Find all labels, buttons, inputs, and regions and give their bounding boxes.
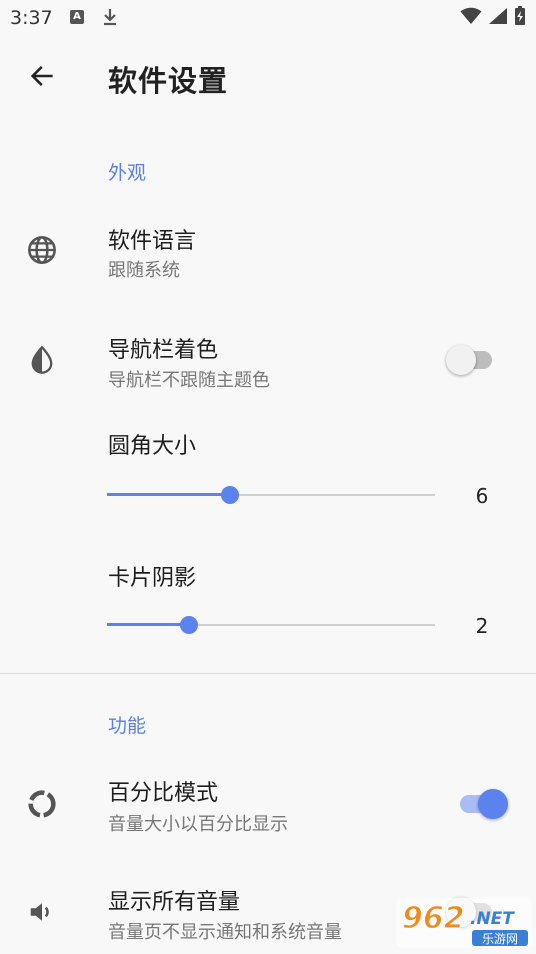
donut-icon — [24, 786, 60, 822]
volume-icon — [24, 894, 60, 930]
setting-language[interactable]: 软件语言 跟随系统 — [0, 220, 536, 312]
toggle-thumb — [478, 789, 508, 819]
setting-navbar-color-title: 导航栏着色 — [108, 338, 219, 363]
arrow-back-icon — [28, 62, 56, 94]
contrast-drop-icon — [24, 342, 60, 378]
back-button[interactable] — [22, 58, 62, 98]
setting-show-all-volumes-subtitle: 音量页不显示通知和系统音量 — [108, 922, 342, 943]
setting-card-shadow-title: 卡片阴影 — [108, 566, 197, 591]
section-divider — [0, 673, 536, 674]
setting-corner-radius-title: 圆角大小 — [108, 434, 197, 459]
corner-radius-slider[interactable] — [107, 483, 435, 507]
svg-text:962: 962 — [402, 901, 465, 936]
status-bar: 3:37 A — [0, 0, 536, 36]
page-title: 软件设置 — [108, 64, 229, 98]
card-shadow-slider[interactable] — [107, 613, 435, 637]
svg-text:.NET: .NET — [470, 909, 515, 929]
cell-signal-icon — [488, 7, 508, 29]
setting-show-all-volumes-title: 显示所有音量 — [108, 890, 241, 915]
slider-fill — [107, 623, 189, 626]
navbar-color-toggle[interactable] — [446, 342, 500, 378]
setting-language-title: 软件语言 — [108, 229, 197, 254]
app-bar: 软件设置 — [0, 40, 536, 116]
toggle-thumb — [446, 345, 476, 375]
slider-fill — [107, 493, 230, 496]
corner-radius-value: 6 — [475, 484, 489, 508]
notification-a-icon: A — [70, 10, 84, 24]
globe-icon — [24, 232, 60, 268]
section-header-features: 功能 — [108, 715, 147, 737]
setting-navbar-color-subtitle: 导航栏不跟随主题色 — [108, 370, 270, 391]
setting-percent-mode-title: 百分比模式 — [108, 781, 219, 806]
slider-thumb[interactable] — [221, 486, 239, 504]
wifi-icon — [460, 7, 482, 29]
slider-thumb[interactable] — [180, 616, 198, 634]
setting-percent-mode-subtitle: 音量大小以百分比显示 — [108, 814, 288, 835]
setting-navbar-color[interactable]: 导航栏着色 导航栏不跟随主题色 — [0, 330, 536, 400]
setting-percent-mode[interactable]: 百分比模式 音量大小以百分比显示 — [0, 772, 536, 842]
setting-language-subtitle: 跟随系统 — [108, 260, 180, 281]
status-time: 3:37 — [10, 7, 53, 29]
battery-charging-icon — [514, 6, 526, 30]
svg-text:乐游网: 乐游网 — [482, 932, 518, 946]
card-shadow-value: 2 — [475, 614, 489, 638]
download-icon — [102, 8, 118, 30]
percent-mode-toggle[interactable] — [454, 786, 508, 822]
watermark-logo: 962 .NET 乐游网 — [396, 896, 532, 950]
section-header-appearance: 外观 — [108, 162, 147, 184]
